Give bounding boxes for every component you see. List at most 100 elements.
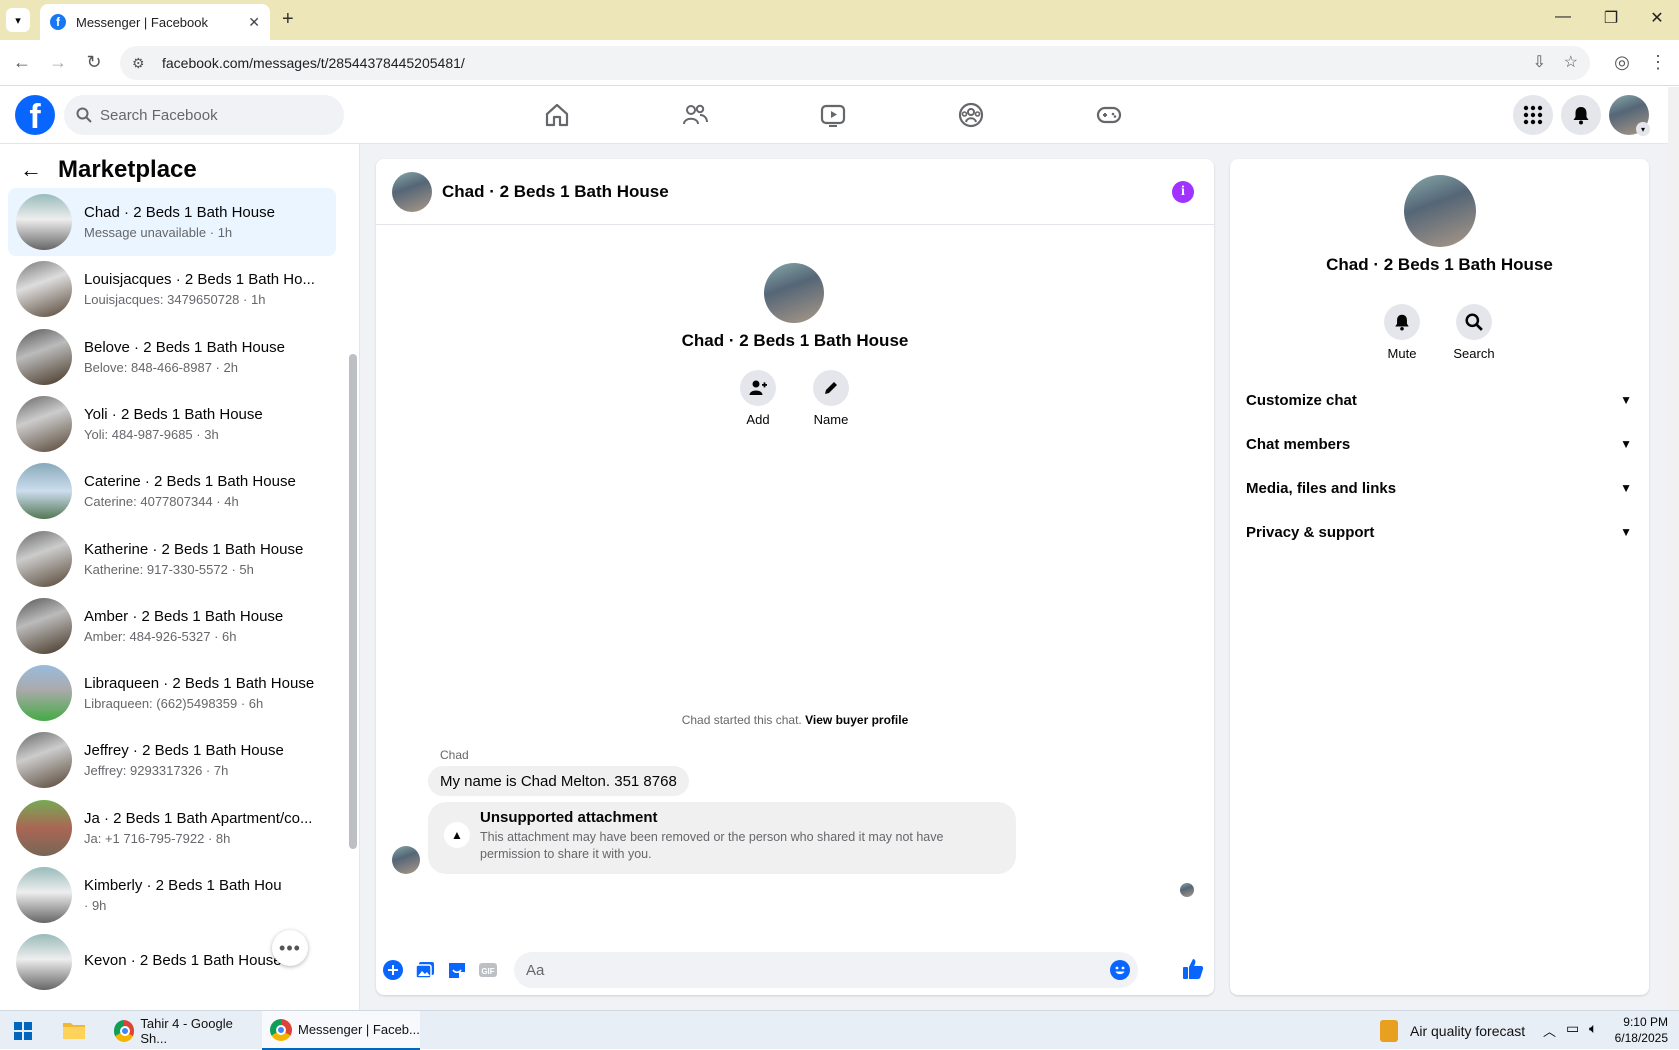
photo-icon[interactable] [415,960,435,980]
conversation-item[interactable]: Caterine · 2 Beds 1 Bath House Caterine: … [8,457,336,525]
grid-icon [1523,105,1543,125]
conversation-item[interactable]: Amber · 2 Beds 1 Bath House Amber: 484-92… [8,592,336,660]
plus-circle-icon[interactable] [383,960,403,980]
new-tab-button[interactable]: + [282,8,294,31]
conversation-text: Jeffrey · 2 Beds 1 Bath House Jeffrey: 92… [84,742,284,778]
add-people-button[interactable]: Add [728,370,788,427]
sticker-icon[interactable] [447,960,467,980]
profile-icon[interactable]: ◎ [1610,52,1634,73]
chat-header-avatar[interactable] [392,171,432,212]
menu-kebab-icon[interactable]: ⋮ [1646,52,1670,73]
chat-title[interactable]: Chad · 2 Beds 1 Bath House [442,182,669,202]
conversation-text: Caterine · 2 Beds 1 Bath House Caterine: … [84,473,296,509]
facebook-search-input[interactable]: Search Facebook [64,95,344,135]
groups-icon[interactable] [957,101,985,129]
restore-icon[interactable]: ❐ [1596,8,1626,28]
gaming-icon[interactable] [1095,101,1123,129]
search-in-chat-button[interactable]: Search [1444,304,1504,361]
back-icon[interactable]: ← [10,52,34,73]
pencil-icon [825,382,837,394]
video-icon[interactable] [819,101,847,129]
edit-name-button[interactable]: Name [801,370,861,427]
volume-icon[interactable]: 🔈︎ [1589,1020,1597,1037]
conversation-item[interactable]: Yoli · 2 Beds 1 Bath House Yoli: 484-987-… [8,390,336,458]
conversation-preview: Louisjacques: 3479650728 · 1h [84,292,266,308]
account-chevron-icon[interactable]: ▾ [1636,122,1650,136]
message-composer: GIF Aa [376,943,1214,993]
clock-date: 6/18/2025 [1614,1031,1668,1045]
menu-grid-button[interactable] [1513,95,1553,135]
address-bar[interactable]: ⚙ facebook.com/messages/t/28544378445205… [120,46,1590,80]
sidebar-scrollbar[interactable] [349,354,357,849]
back-arrow-icon[interactable]: ← [20,157,42,183]
windows-start-icon[interactable] [14,1022,32,1040]
add-person-icon [749,380,767,395]
details-avatar [1404,175,1476,247]
conversation-avatar [16,395,72,452]
conversation-item[interactable]: Kimberly · 2 Beds 1 Bath Hou · 9h [8,861,336,929]
conversation-preview: Message unavailable · 1h [84,225,233,240]
friends-icon[interactable] [681,101,709,129]
conversation-preview: Jeffrey: 9293317326 · 7h [84,763,229,779]
file-explorer-icon[interactable] [62,1020,86,1040]
message-placeholder: Aa [526,961,545,979]
view-buyer-profile-link[interactable]: View buyer profile [805,713,908,727]
weather-widget[interactable]: Air quality forecast [1380,1011,1525,1050]
message-bubble[interactable]: My name is Chad Melton. 351 8768 [428,766,689,796]
conversation-name: Kevon · 2 Beds 1 Bath House [84,951,282,969]
conversation-item[interactable]: Katherine · 2 Beds 1 Bath House Katherine… [8,525,336,593]
taskbar-app-sheets[interactable]: Tahir 4 - Google Sh... [106,1011,254,1050]
conversation-item[interactable]: Ja · 2 Beds 1 Bath Apartment/co... Ja: +1… [8,794,336,862]
svg-text:GIF: GIF [481,967,494,976]
message-input[interactable]: Aa [514,952,1138,988]
conversation-item[interactable]: Libraqueen · 2 Beds 1 Bath House Libraque… [8,659,336,727]
conversation-preview: Ja: +1 716-795-7922 · 8h [84,830,231,846]
conversation-avatar [16,732,72,789]
conversation-item[interactable]: Belove · 2 Beds 1 Bath House Belove: 848-… [8,323,336,391]
conversation-item[interactable]: Louisjacques · 2 Beds 1 Bath Ho... Louisj… [8,255,336,323]
bookmark-star-icon[interactable]: ☆ [1564,52,1578,72]
chat-intro-name: Chad · 2 Beds 1 Bath House [681,331,909,350]
conversation-item[interactable]: Chad · 2 Beds 1 Bath House Message unavai… [8,188,336,256]
facebook-logo[interactable]: f [15,95,55,135]
sender-avatar[interactable] [392,846,420,874]
conversation-avatar [16,463,72,520]
taskbar-app-messenger[interactable]: Messenger | Faceb... [262,1011,420,1050]
conversation-avatar [16,934,72,991]
browser-tab[interactable]: f Messenger | Facebook ✕ [40,4,270,40]
minimize-icon[interactable]: — [1548,8,1578,26]
tray-chevron-icon[interactable]: ︿ [1543,1021,1556,1040]
emoji-icon[interactable] [1110,960,1130,980]
section-media-files-links[interactable]: Media, files and links ▼ [1246,468,1632,508]
section-chat-members[interactable]: Chat members ▼ [1246,424,1632,464]
chevron-down-icon: ▼ [1620,393,1632,407]
details-name: Chad · 2 Beds 1 Bath House [1326,255,1553,274]
conversation-preview: Libraqueen: (662)5498359 · 6h [84,696,264,712]
chevron-down-icon: ▼ [1620,525,1632,539]
page-scrollbar[interactable] [1668,87,1679,1010]
marketplace-chat-list: ← Marketplace Chad · 2 Beds 1 Bath House… [0,144,360,1010]
gif-icon[interactable]: GIF [478,960,498,980]
conversation-text: Katherine · 2 Beds 1 Bath House Katherine… [84,541,303,577]
more-options-button[interactable]: ••• [272,930,308,966]
info-icon[interactable]: i [1172,181,1194,203]
unsupported-attachment-bubble[interactable]: ▲ Unsupported attachment This attachment… [428,802,1016,874]
site-info-icon[interactable]: ⚙ [132,55,150,72]
close-window-icon[interactable]: ✕ [1642,8,1672,28]
mute-button[interactable]: Mute [1372,304,1432,361]
conversation-item[interactable]: Jeffrey · 2 Beds 1 Bath House Jeffrey: 92… [8,726,336,794]
forward-icon[interactable]: → [46,52,70,73]
conversation-text: Louisjacques · 2 Beds 1 Bath Ho... Louisj… [84,271,315,307]
notifications-button[interactable] [1561,95,1601,135]
section-privacy-support[interactable]: Privacy & support ▼ [1246,512,1632,552]
tab-close-icon[interactable]: ✕ [248,14,260,31]
reload-icon[interactable]: ↻ [82,52,106,73]
home-icon[interactable] [543,101,571,129]
tab-search-button[interactable]: ▾ [6,8,30,32]
section-customize-chat[interactable]: Customize chat ▼ [1246,380,1632,420]
clock[interactable]: 9:10 PM 6/18/2025 [1612,1014,1668,1046]
like-thumbs-up-icon[interactable] [1181,957,1205,981]
network-icon[interactable]: ▭ [1566,1020,1579,1037]
install-app-icon[interactable]: ⇩ [1533,52,1546,72]
search-placeholder: Search Facebook [100,106,218,124]
